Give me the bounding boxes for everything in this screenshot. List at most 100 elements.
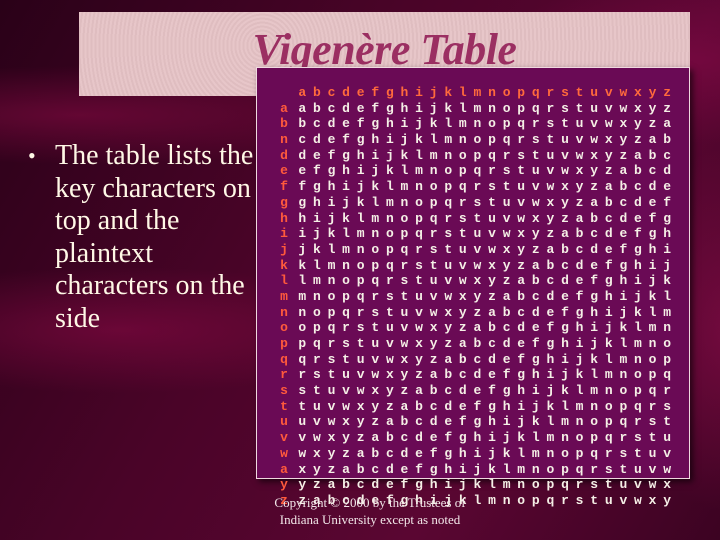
cipher-cell: n [663,320,672,336]
cipher-cell: e [648,194,657,210]
cipher-cell: n [327,273,336,289]
cipher-cell: s [473,194,482,210]
cipher-cell: l [298,273,307,289]
cipher-cell: u [648,445,657,461]
cipher-cell: v [546,163,555,179]
cipher-cell: o [473,132,482,148]
cipher-cell: i [400,116,409,132]
cipher-cell: q [648,383,657,399]
cipher-cell: a [502,288,511,304]
cipher-cell: r [488,163,496,179]
cipher-cell: x [327,430,336,446]
cipher-cell: l [561,398,569,414]
cipher-cell: z [444,336,453,351]
cipher-cell: x [458,288,467,304]
cipher-cell: d [619,210,628,226]
cipher-cell: r [502,147,511,163]
plaintext-side-letter: f [280,179,288,195]
cipher-cell: x [429,320,438,336]
cipher-cell: a [415,383,423,399]
cipher-cell: y [590,163,599,179]
cipher-cell: t [371,320,380,336]
cipher-cell: l [444,116,453,132]
cipher-cell: n [575,414,584,430]
cipher-cell: w [458,273,467,289]
cipher-cell: y [400,367,409,383]
plaintext-side-letter: v [280,430,288,446]
header-key-letter: r [546,85,555,100]
cipher-cell: a [473,320,482,336]
cipher-cell: f [371,100,380,116]
header-key-letter: x [634,85,642,100]
cipher-cell: j [648,273,657,289]
cipher-cell: g [546,336,555,351]
plaintext-side-letter: o [280,320,288,336]
cipher-cell: g [385,100,394,116]
cipher-cell: i [575,336,584,351]
cipher-cell: t [458,226,467,242]
bullet-icon: • [28,143,36,168]
cipher-cell: x [444,304,453,320]
cipher-cell: j [619,304,628,320]
cipher-cell: t [531,147,540,163]
cipher-cell: c [356,477,365,493]
cipher-cell: w [327,414,336,430]
cipher-cell: g [634,241,642,257]
cipher-cell: f [648,210,657,226]
cipher-cell: d [634,194,642,210]
cipher-cell: s [604,461,613,477]
cipher-cell: h [575,320,584,336]
cipher-cell: e [546,304,555,320]
cipher-cell: f [619,241,628,257]
cipher-cell: q [619,414,628,430]
cipher-cell: u [312,398,321,414]
cipher-cell: p [619,398,628,414]
cipher-cell: u [502,194,511,210]
cipher-cell: j [663,257,672,273]
cipher-cell: v [312,414,321,430]
cipher-cell: m [634,336,642,351]
cipher-cell: u [415,288,423,304]
bullet-text: The table lists the key characters on to… [55,140,254,334]
cipher-cell: g [458,430,467,446]
cipher-cell: m [415,163,423,179]
table-row: iijklmnopqrstuvwxyzabcdefgh [273,226,674,242]
cipher-cell: d [517,320,526,336]
plaintext-side-letter: j [280,241,288,257]
cipher-cell: v [415,304,423,320]
cipher-cell: v [458,257,467,273]
cipher-cell: d [546,288,555,304]
cipher-cell: a [429,367,438,383]
cipher-cell: z [342,445,350,461]
cipher-cell: d [312,132,321,148]
cipher-cell: g [531,351,540,367]
cipher-cell: h [458,445,467,461]
cipher-cell: k [356,194,365,210]
cipher-cell: i [473,445,482,461]
plaintext-side-letter: i [280,226,288,242]
cipher-cell: d [575,257,584,273]
table-row: ncdefghijklmnopqrstuvwxyzab [273,132,674,148]
cipher-cell: o [561,445,569,461]
cipher-cell: z [356,430,365,446]
cipher-cell: x [415,336,423,351]
cipher-cell: w [312,430,321,446]
cipher-cell: x [561,179,569,195]
plaintext-side-letter: h [280,210,288,226]
cipher-cell: h [371,132,380,148]
cipher-cell: q [502,132,511,148]
cipher-cell: j [634,288,642,304]
cipher-cell: l [342,226,350,242]
cipher-cell: x [312,445,321,461]
plaintext-side-letter: l [280,273,288,289]
cipher-cell: k [327,226,336,242]
cipher-cell: p [342,288,350,304]
cipher-cell: i [517,398,526,414]
plaintext-side-letter: d [280,147,288,163]
cipher-cell: p [546,477,555,493]
cipher-cell: a [561,226,569,242]
cipher-cell: q [531,100,540,116]
cipher-cell: n [546,445,555,461]
cipher-cell: w [342,398,350,414]
header-key-letter: c [327,85,336,100]
